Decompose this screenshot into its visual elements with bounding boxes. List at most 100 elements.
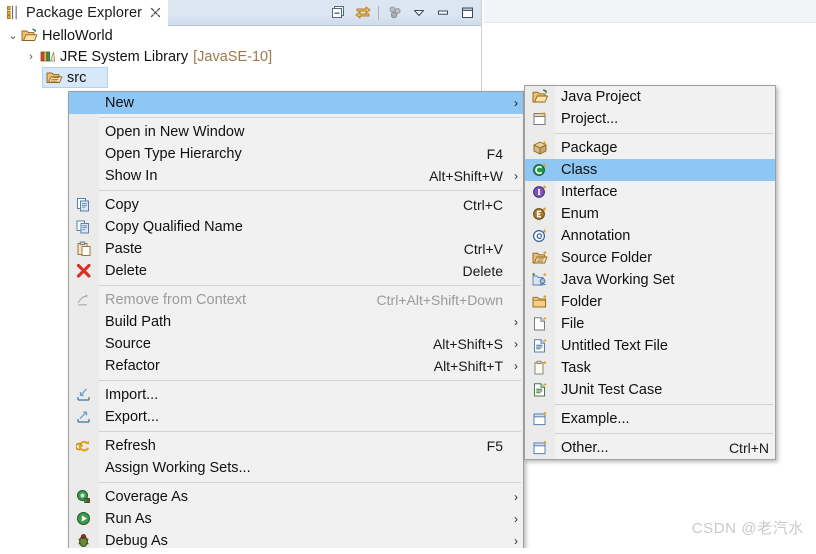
new-submenu-items: Java Project Project... Package Class Interf… [525,86,775,459]
menu-item-label: Interface [561,184,618,200]
menu-item-label: Open Type Hierarchy [105,146,242,162]
source-folder-icon [525,250,555,266]
menu-item-accelerator: F4 [486,146,503,162]
tree-item-jre-system-library[interactable]: › JRE System Library [JavaSE-10] [0,46,481,67]
submenu-arrow-placeholder: › [509,461,523,475]
menu-item-build-path[interactable]: Build Path › [69,311,523,333]
source-folder-icon [45,70,64,85]
menu-item-label: Export... [105,409,159,425]
menu-item-open-in-new-window[interactable]: Open in New Window › [69,121,523,143]
import-icon [69,387,99,403]
annotation-icon [525,228,555,244]
context-menu[interactable]: New›Open in New Window›Open Type Hierarc… [68,91,524,553]
submenu-arrow-placeholder: › [509,388,523,402]
menu-item-label: Example... [561,411,630,427]
menu-item-label: Other... [561,440,609,456]
maximize-icon[interactable] [458,4,475,21]
menu-item-copy[interactable]: Copy Ctrl+C › [69,194,523,216]
menu-item-untitled-text-file[interactable]: Untitled Text File [525,335,775,357]
menu-item-label: Task [561,360,591,376]
menu-item-label: Java Working Set [561,272,675,288]
menu-separator [99,431,521,432]
file-icon [525,316,555,332]
menu-item-coverage-as[interactable]: Coverage As › [69,486,523,508]
menu-item-refresh[interactable]: Refresh F5 › [69,435,523,457]
coverage-as-icon [69,489,99,505]
menu-item-label: Java Project [561,89,641,105]
menu-item-java-project[interactable]: Java Project [525,86,775,108]
menu-item-source-folder[interactable]: Source Folder [525,247,775,269]
menu-item-remove-from-context[interactable]: Remove from Context Ctrl+Alt+Shift+Down › [69,289,523,311]
menu-item-label: Refresh [105,438,156,454]
tree-label: JRE System Library [60,48,189,65]
debug-as-icon [69,533,99,549]
submenu-arrow-icon: › [514,490,518,504]
menu-separator [99,380,521,381]
java-project-icon [20,28,39,43]
menu-item-package[interactable]: Package [525,137,775,159]
menu-item-open-type-hierarchy[interactable]: Open Type Hierarchy F4 › [69,143,523,165]
menu-separator [555,433,773,434]
menu-item-java-working-set[interactable]: Java Working Set [525,269,775,291]
tab-package-explorer[interactable]: Package Explorer [0,0,168,25]
menu-item-source[interactable]: Source Alt+Shift+S › [69,333,523,355]
twisty-expanded-icon[interactable]: ⌄ [6,29,20,42]
menu-item-interface[interactable]: Interface [525,181,775,203]
menu-item-project[interactable]: Project... [525,108,775,130]
menu-item-assign-working-sets[interactable]: Assign Working Sets... › [69,457,523,479]
task-icon [525,360,555,376]
menu-item-other[interactable]: Other... Ctrl+N [525,437,775,459]
remove-from-context-icon [69,292,99,308]
submenu-arrow-icon: › [514,337,518,351]
menu-item-delete[interactable]: Delete Delete › [69,260,523,282]
link-with-editor-icon[interactable] [354,4,371,21]
menu-item-label: Class [561,162,598,178]
new-submenu[interactable]: Java Project Project... Package Class Interf… [524,85,776,460]
minimize-icon[interactable] [434,4,451,21]
menu-item-run-as[interactable]: Run As › [69,508,523,530]
close-icon[interactable] [150,7,161,18]
menu-item-paste[interactable]: Paste Ctrl+V › [69,238,523,260]
view-menu-icon[interactable] [386,4,403,21]
menu-item-copy-qualified-name[interactable]: Copy Qualified Name › [69,216,523,238]
menu-separator [99,482,521,483]
submenu-arrow-placeholder: › [509,220,523,234]
menu-item-import[interactable]: Import... › [69,384,523,406]
menu-item-folder[interactable]: Folder [525,291,775,313]
menu-item-label: Enum [561,206,599,222]
chevron-down-icon[interactable] [410,4,427,21]
project-tree: ⌄ HelloWorld › JRE System Library [JavaS… [0,25,481,88]
menu-item-label: Assign Working Sets... [105,460,251,476]
collapse-all-icon[interactable] [330,4,347,21]
menu-item-export[interactable]: Export... › [69,406,523,428]
example-icon [525,411,555,427]
tree-item-src[interactable]: src [42,67,108,88]
tabbar-background [168,0,481,26]
menu-item-example[interactable]: Example... [525,408,775,430]
menu-item-label: Open in New Window [105,124,245,140]
tree-item-helloworld[interactable]: ⌄ HelloWorld [0,25,481,46]
enum-icon [525,206,555,222]
menu-item-new[interactable]: New › [69,92,523,114]
menu-item-annotation[interactable]: Annotation [525,225,775,247]
menu-item-junit-test-case[interactable]: JUnit Test Case [525,379,775,401]
menu-item-label: JUnit Test Case [561,382,663,398]
editor-tabstrip [484,0,816,23]
menu-item-label: New [105,95,135,111]
submenu-arrow-placeholder: › [509,293,523,307]
menu-item-file[interactable]: File [525,313,775,335]
menu-item-class[interactable]: Class [525,159,775,181]
menu-item-show-in[interactable]: Show In Alt+Shift+W › [69,165,523,187]
menu-item-label: Untitled Text File [561,338,668,354]
twisty-collapsed-icon[interactable]: › [24,51,38,63]
submenu-arrow-icon: › [514,534,518,548]
menu-item-task[interactable]: Task [525,357,775,379]
java-working-set-icon [525,272,555,288]
menu-item-label: Remove from Context [105,292,247,308]
menu-item-enum[interactable]: Enum [525,203,775,225]
menu-item-accelerator: Ctrl+V [463,241,503,257]
copy-qualified-name-icon [69,219,99,235]
menu-item-refactor[interactable]: Refactor Alt+Shift+T › [69,355,523,377]
menu-item-accelerator: F5 [486,438,503,454]
context-menu-items: New›Open in New Window›Open Type Hierarc… [69,92,523,552]
